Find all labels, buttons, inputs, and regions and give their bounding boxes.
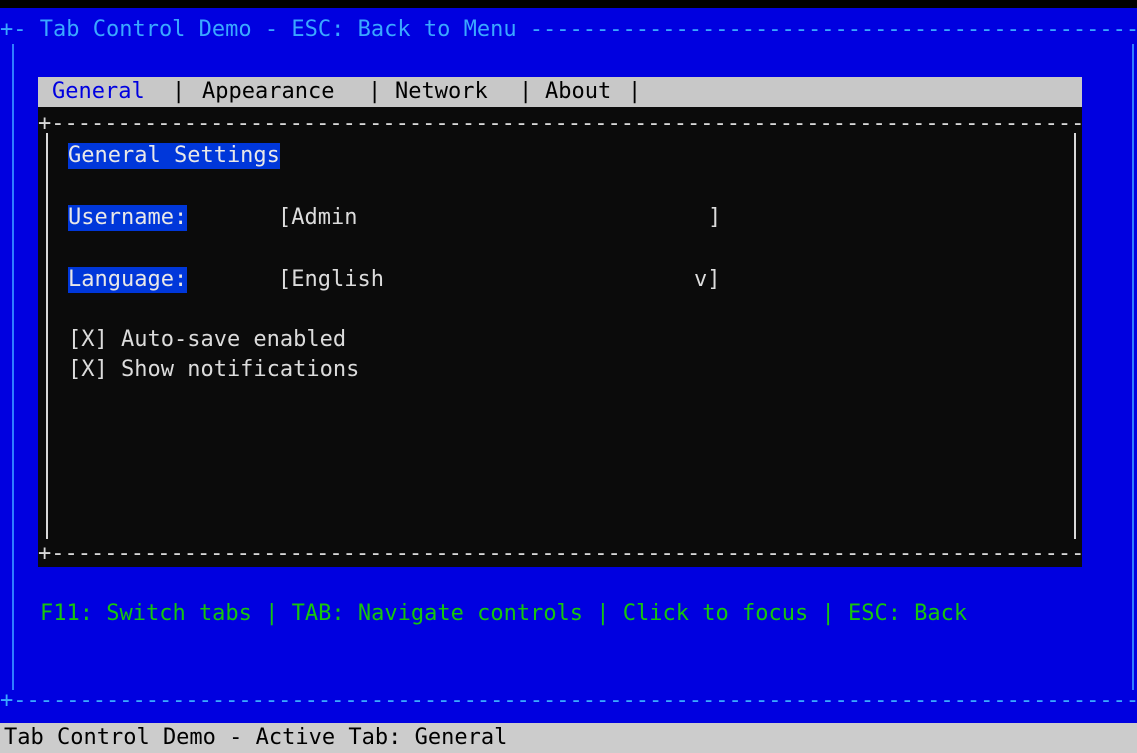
tab-separator: | [172,79,186,104]
tab-bar: General | Appearance | Network | About | [38,77,1082,107]
window-right-border [1132,44,1134,690]
autosave-checkbox[interactable]: [X] Auto-save enabled [68,327,346,353]
username-field[interactable]: [Admin [278,205,357,231]
section-heading: General Settings [68,143,280,169]
language-label: Language: [68,267,188,293]
terminal-top-edge [0,0,1137,8]
panel-right-border [1074,133,1076,539]
window-left-border [12,44,14,690]
help-text: F11: Switch tabs | TAB: Navigate control… [40,601,968,626]
tab-appearance[interactable]: Appearance [202,79,334,105]
panel-bottom-border: +---------------------------------------… [38,541,1082,566]
language-dropdown-arrow[interactable]: v] [694,267,721,293]
notifications-checkbox[interactable]: [X] Show notifications [68,357,359,383]
username-label: Username: [68,205,188,231]
window-title: +- Tab Control Demo - ESC: Back to Menu … [0,17,1137,42]
tab-separator: | [368,79,382,104]
tab-network[interactable]: Network [395,79,488,105]
tab-separator: | [628,79,642,104]
tab-separator: | [519,79,533,104]
panel-top-border: +---------------------------------------… [38,111,1082,136]
panel-left-border [46,133,48,539]
tab-panel-general: +---------------------------------------… [38,107,1082,567]
status-bar: Tab Control Demo - Active Tab: General [0,723,1137,753]
language-dropdown[interactable]: [English [278,267,384,293]
window-bottom-border: +---------------------------------------… [0,688,1137,713]
tab-about[interactable]: About [545,79,611,105]
tab-general[interactable]: General [52,79,145,105]
username-field-end[interactable]: ] [708,205,721,231]
